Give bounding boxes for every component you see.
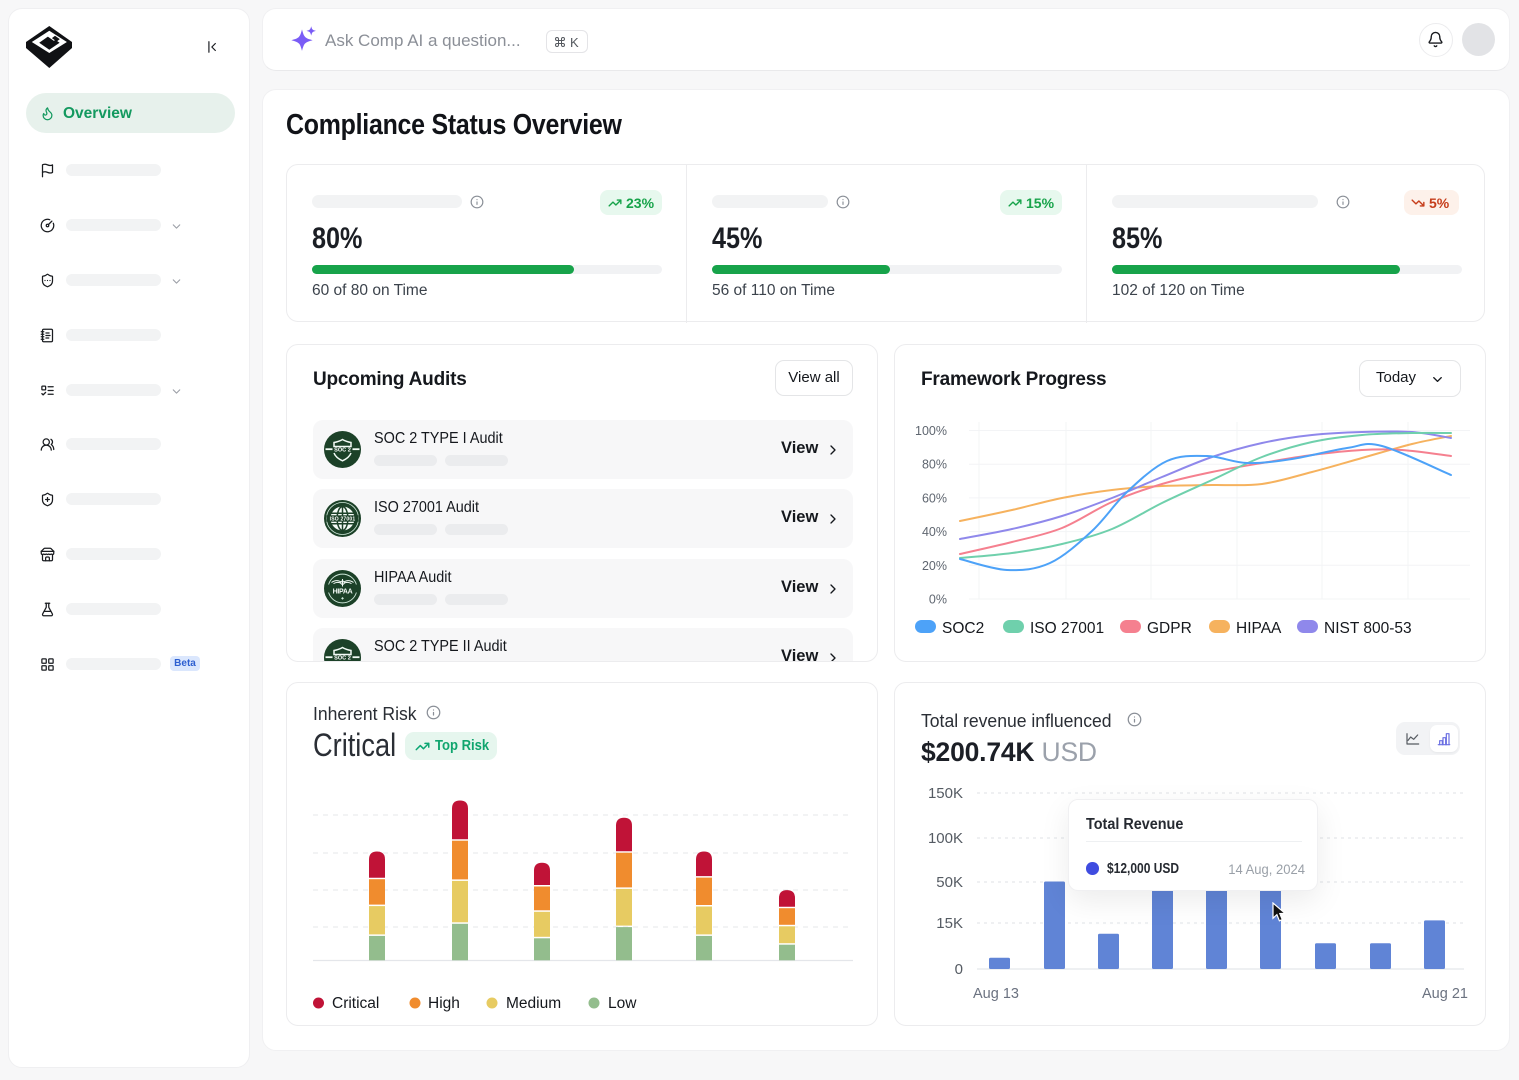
svg-text:80%: 80%	[922, 458, 947, 472]
svg-text:100K: 100K	[928, 830, 963, 847]
svg-text:HIPAA: HIPAA	[333, 589, 353, 596]
svg-text:GDPR: GDPR	[1147, 620, 1192, 637]
svg-text:15K: 15K	[936, 915, 963, 932]
svg-text:NIST 800-53: NIST 800-53	[1324, 620, 1412, 637]
svg-text:20%: 20%	[922, 559, 947, 573]
svg-text:40%: 40%	[922, 525, 947, 539]
svg-text:ISO 27001: ISO 27001	[1030, 620, 1104, 637]
svg-text:Medium: Medium	[506, 995, 561, 1012]
svg-text:SOC2: SOC2	[942, 620, 984, 637]
svg-text:ISO 27001: ISO 27001	[330, 516, 356, 522]
svg-text:HIPAA: HIPAA	[1236, 620, 1282, 637]
svg-text:150K: 150K	[928, 785, 963, 802]
svg-text:50K: 50K	[936, 874, 963, 891]
svg-text:100%: 100%	[915, 424, 947, 438]
svg-text:High: High	[428, 995, 460, 1012]
svg-text:Critical: Critical	[332, 995, 379, 1012]
svg-text:Low: Low	[608, 995, 637, 1012]
svg-text:0%: 0%	[929, 593, 947, 607]
svg-text:SOC 2: SOC 2	[334, 448, 351, 454]
svg-text:Aug 21: Aug 21	[1422, 986, 1468, 1002]
svg-text:60%: 60%	[922, 491, 947, 505]
svg-text:Aug 13: Aug 13	[973, 986, 1019, 1002]
svg-text:0: 0	[955, 961, 963, 978]
svg-text:SOC 2: SOC 2	[334, 656, 351, 662]
